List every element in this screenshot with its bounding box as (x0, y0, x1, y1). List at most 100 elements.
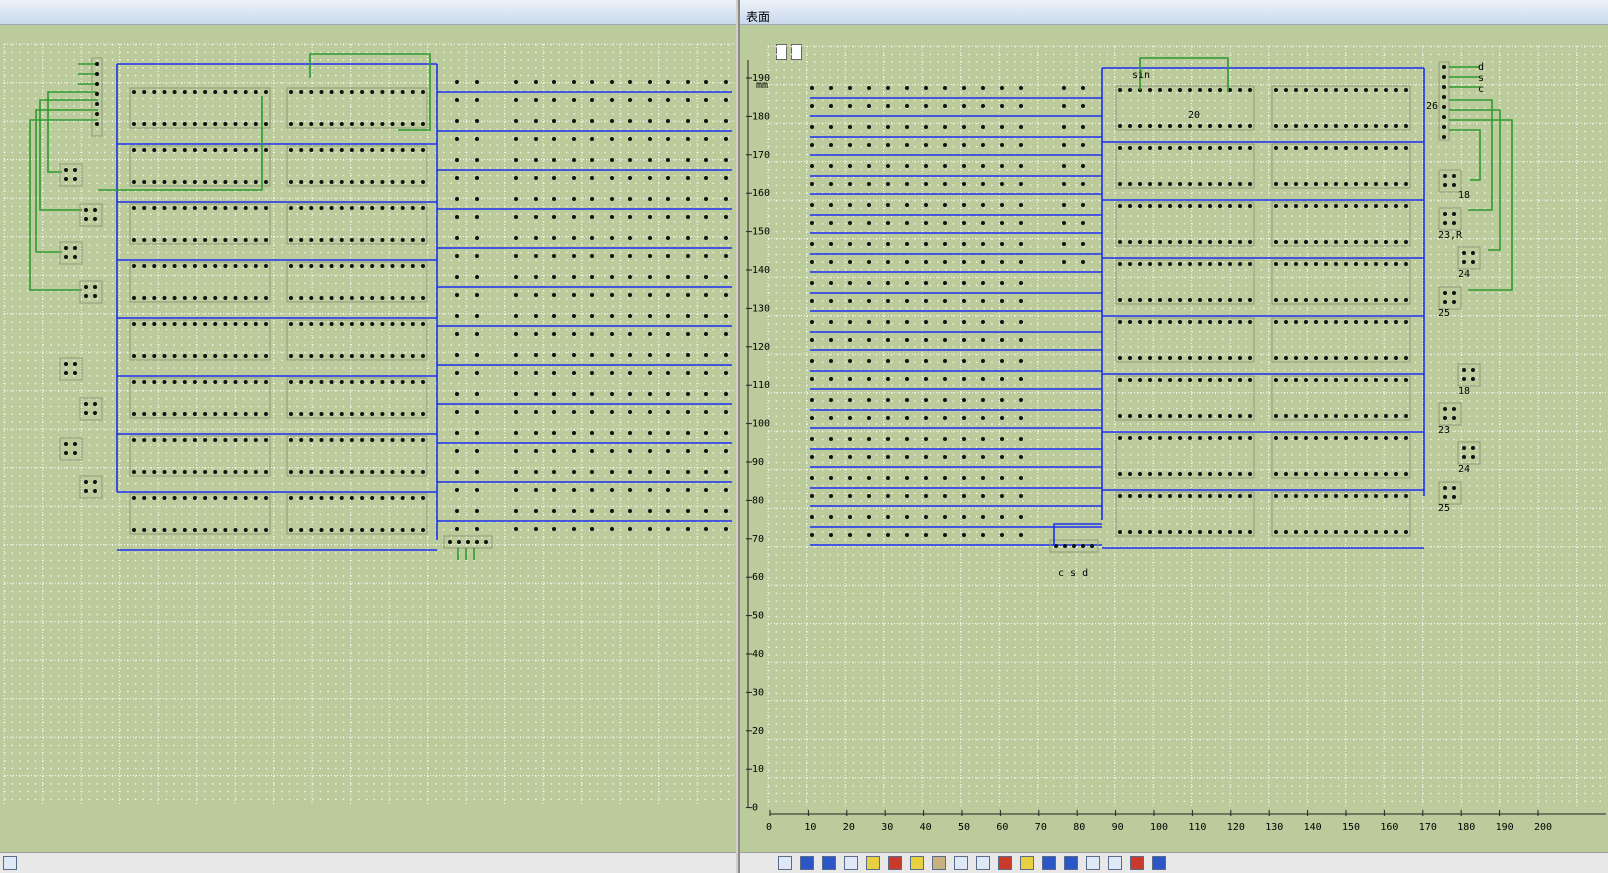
tool-icon[interactable] (888, 856, 902, 870)
pad-row (924, 359, 947, 363)
pad-row (1443, 416, 1456, 420)
y-tick-label: 30 (752, 687, 764, 698)
pad-row (886, 125, 909, 129)
pad-row (962, 437, 985, 441)
pad-row (924, 182, 947, 186)
pad-row (810, 182, 833, 186)
tool-icon[interactable] (932, 856, 946, 870)
pad-row (666, 80, 690, 84)
pad-row (810, 299, 833, 303)
pad-row (704, 98, 728, 102)
tool-icon[interactable] (1064, 856, 1078, 870)
label-23: 23 (1438, 425, 1450, 436)
pad-row (886, 398, 909, 402)
pad-row (666, 119, 690, 123)
label-25: 25 (1438, 503, 1450, 514)
pad-row (1000, 476, 1023, 480)
pad-row (924, 104, 947, 108)
pad-row (1443, 174, 1456, 178)
pad-row (1118, 356, 1252, 360)
pad-row (455, 431, 479, 435)
pad-row (1274, 88, 1408, 92)
label-s: s (1478, 73, 1484, 84)
tool-icon[interactable] (1086, 856, 1100, 870)
pad-row (84, 208, 97, 212)
left-board-canvas[interactable] (0, 0, 736, 873)
pad-row (628, 176, 652, 180)
pad-row (666, 236, 690, 240)
pad-row (514, 392, 538, 396)
pad-row (64, 177, 77, 181)
pad-row (552, 80, 576, 84)
pad-row (132, 438, 268, 443)
pad-row (1442, 105, 1446, 109)
pad-row (886, 338, 909, 342)
pad-row (924, 338, 947, 342)
pad-row (1443, 221, 1456, 225)
pad-row (1000, 377, 1023, 381)
pad-row (810, 533, 833, 537)
right-board-canvas[interactable]: 1901801701601501401301201101009080706050… (740, 0, 1608, 873)
x-tick-label: 120 (1227, 822, 1245, 833)
pad-row (1274, 204, 1408, 208)
pad-row (1274, 320, 1408, 324)
pad-row (289, 148, 425, 152)
tool-icon[interactable] (822, 856, 836, 870)
pad-row (848, 164, 871, 168)
connector-outline (59, 357, 83, 381)
pad-row (848, 515, 871, 519)
pad-row (514, 410, 538, 414)
arrow-up-icon[interactable] (800, 856, 814, 870)
tool-icon[interactable] (910, 856, 924, 870)
pad-row (810, 242, 833, 246)
tool-icon[interactable] (1020, 856, 1034, 870)
pad-row (1118, 494, 1252, 498)
pad-row (552, 470, 576, 474)
pad-row (924, 455, 947, 459)
y-tick-label: 110 (752, 380, 770, 391)
pad-row (962, 320, 985, 324)
app-icon[interactable] (3, 856, 17, 870)
pad-row (704, 293, 728, 297)
pad-row (962, 104, 985, 108)
pad-row (552, 527, 576, 531)
tool-icon[interactable] (1108, 856, 1122, 870)
tool-icon[interactable] (1042, 856, 1056, 870)
x-tick-label: 80 (1073, 822, 1085, 833)
tool-icon[interactable] (866, 856, 880, 870)
pad-row (552, 275, 576, 279)
help-icon[interactable] (1152, 856, 1166, 870)
pad-row (95, 72, 99, 76)
pad-row (886, 437, 909, 441)
ic-outline (286, 319, 428, 361)
tool-icon[interactable] (954, 856, 968, 870)
pad-row (886, 221, 909, 225)
toolbar (740, 852, 1608, 873)
pad-row (704, 431, 728, 435)
pad-row (1462, 377, 1475, 381)
tool-icon[interactable] (998, 856, 1012, 870)
pad-row (886, 416, 909, 420)
arrow-down-icon[interactable] (778, 856, 792, 870)
connector-outline (79, 475, 103, 499)
ic-outline (1271, 433, 1411, 479)
pad-row (628, 137, 652, 141)
tool-icon[interactable] (844, 856, 858, 870)
x-tick-label: 200 (1534, 822, 1552, 833)
pad-row (590, 275, 614, 279)
connector-outline (59, 437, 83, 461)
pad-row (514, 215, 538, 219)
pad-row (848, 437, 871, 441)
pad-row (810, 398, 833, 402)
pad-row (1462, 260, 1475, 264)
tool-icon[interactable] (976, 856, 990, 870)
pad-row (848, 281, 871, 285)
pencil-icon[interactable] (1130, 856, 1144, 870)
pad-row (552, 392, 576, 396)
pad-row (1062, 104, 1085, 108)
pad-row (1000, 398, 1023, 402)
pad-row (1443, 486, 1456, 490)
pad-row (886, 320, 909, 324)
pad-row (552, 197, 576, 201)
pad-row (514, 509, 538, 513)
